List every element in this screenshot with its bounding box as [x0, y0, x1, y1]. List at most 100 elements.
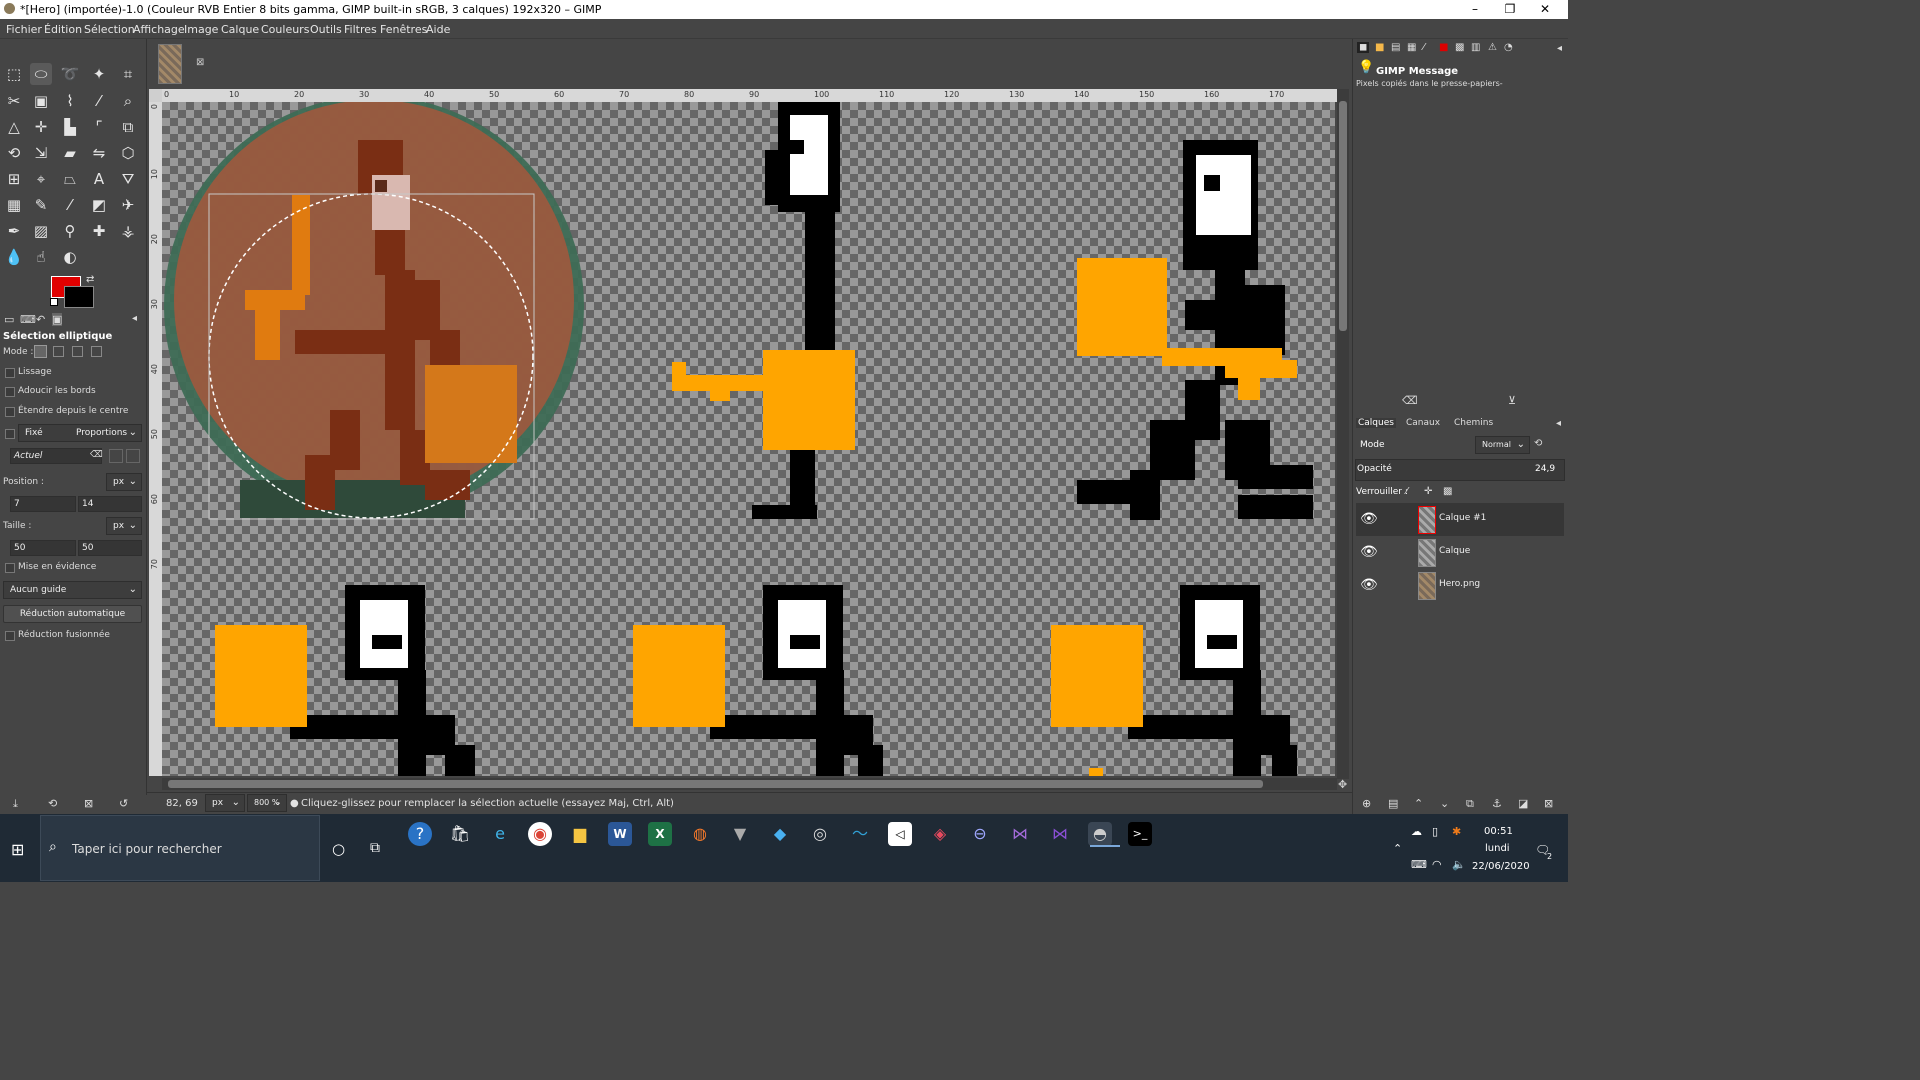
feather-checkbox[interactable]	[5, 387, 15, 397]
clear-field-icon[interactable]: ⌫	[90, 450, 103, 460]
brushes-tab-icon[interactable]: ◼	[1357, 42, 1370, 53]
auto-shrink-button[interactable]: Réduction automatique	[3, 605, 142, 623]
images-tab-icon[interactable]: ▣	[52, 313, 63, 326]
edge-icon[interactable]: e	[488, 822, 512, 846]
blur-icon[interactable]: 💧	[3, 246, 25, 268]
tray-app-icon[interactable]: ✱	[1452, 825, 1461, 838]
fixed-checkbox[interactable]	[5, 429, 15, 439]
expand-center-checkbox[interactable]	[5, 407, 15, 417]
menu-image[interactable]: Image	[184, 23, 218, 36]
handle-transform-icon[interactable]: ⊞	[3, 168, 25, 190]
paintbrush-icon[interactable]: ⁄	[59, 194, 81, 216]
foreground-select-icon[interactable]: ▣	[30, 90, 52, 112]
position-unit-dropdown[interactable]: px ⌄	[106, 473, 142, 491]
ellipse-select-icon[interactable]: ⬭	[30, 63, 52, 85]
perspective-clone-icon[interactable]: ⚶	[117, 220, 139, 242]
shrink-merged-checkbox[interactable]	[5, 631, 15, 641]
gradient-icon[interactable]: ▦	[3, 194, 25, 216]
task-view-icon[interactable]: ⧉	[370, 840, 380, 856]
landscape-button[interactable]	[126, 449, 140, 463]
zoom-dropdown[interactable]: 800 % ⌄	[247, 794, 287, 812]
shear-icon[interactable]: ▰	[59, 142, 81, 164]
mask-layer-icon[interactable]: ◪	[1518, 797, 1528, 810]
lock-position-icon[interactable]: ✛	[1424, 486, 1432, 497]
layer-row-hero[interactable]: 👁 Hero.png	[1356, 569, 1564, 602]
search-box[interactable]: ⌕ Taper ici pour rechercher	[40, 815, 320, 881]
background-color-swatch[interactable]	[64, 286, 94, 308]
clock-time[interactable]: 00:51	[1484, 826, 1513, 837]
color-select-icon[interactable]: ⌗	[117, 63, 139, 85]
error-console-tab-icon[interactable]: ⚠	[1488, 42, 1497, 53]
clone-icon[interactable]: ⚲	[59, 220, 81, 242]
onedrive-icon[interactable]: ☁	[1411, 825, 1422, 838]
keyboard-icon[interactable]: ⌨	[1411, 858, 1427, 871]
zoom-icon[interactable]: ⌕	[117, 90, 139, 112]
fixed-dropdown[interactable]: Fixé Proportions ⌄	[18, 424, 142, 442]
menu-filtres[interactable]: Filtres	[344, 23, 377, 36]
diamond-app-icon[interactable]: ◆	[768, 822, 792, 846]
visual-studio-icon[interactable]: ⋈	[1048, 822, 1072, 846]
brush-editor-tab-icon[interactable]: ⁄	[1423, 42, 1425, 53]
color-picker-icon[interactable]: ⁄	[88, 90, 110, 112]
raise-layer-icon[interactable]: ⌃	[1414, 797, 1423, 810]
gradients-tab-icon[interactable]: ■	[1439, 42, 1448, 53]
menu-fenetres[interactable]: Fenêtres	[380, 23, 427, 36]
eye-icon[interactable]: 👁	[1360, 577, 1378, 593]
device-status-tab-icon[interactable]: ⌨	[20, 313, 36, 326]
fonts-tab-icon[interactable]: ▤	[1391, 42, 1400, 53]
perspective-icon[interactable]: ⏢	[59, 168, 81, 190]
new-group-icon[interactable]: ▤	[1388, 797, 1398, 810]
battery-icon[interactable]: ▯	[1432, 825, 1438, 838]
chevron-up-icon[interactable]: ⌃	[1393, 842, 1402, 855]
panel-menu-icon[interactable]: ◂	[132, 313, 137, 324]
blender-icon[interactable]: ◍	[688, 822, 712, 846]
image-canvas[interactable]	[162, 102, 1335, 776]
excel-icon[interactable]: X	[648, 822, 672, 846]
save-options-icon[interactable]: ⤓	[13, 797, 18, 811]
tab-chemins[interactable]: Chemins	[1454, 418, 1493, 428]
layers-menu-icon[interactable]: ◂	[1556, 418, 1561, 429]
help-app-icon[interactable]: ?	[408, 822, 432, 846]
menu-fichier[interactable]: Fichier	[6, 23, 42, 36]
cage-transform-icon[interactable]: ⬡	[117, 142, 139, 164]
antialias-checkbox[interactable]	[5, 368, 15, 378]
git-app-icon[interactable]: ◈	[928, 822, 952, 846]
measure-icon[interactable]: △	[3, 116, 25, 138]
gimp-taskbar-icon[interactable]: ◓	[1088, 822, 1112, 846]
menu-aide[interactable]: Aide	[426, 23, 450, 36]
delete-layer-icon[interactable]: ⊠	[1544, 797, 1553, 810]
dodge-burn-icon[interactable]: ◐	[59, 246, 81, 268]
wifi-icon[interactable]: ◠	[1432, 858, 1442, 871]
vertical-scrollbar[interactable]	[1337, 89, 1349, 779]
vs-preview-icon[interactable]: ⋈	[1008, 822, 1032, 846]
lock-pixels-icon[interactable]: ⁄	[1406, 486, 1408, 497]
cortana-icon[interactable]: ○	[332, 840, 345, 858]
size-width-field[interactable]: 50	[10, 540, 76, 556]
tool-options-tab-icon[interactable]: ▭	[4, 313, 14, 326]
paths-icon[interactable]: ⌇	[59, 90, 81, 112]
bucket-fill-icon[interactable]: ⛛	[117, 168, 139, 190]
palettes-tab-icon[interactable]: ▩	[1455, 42, 1464, 53]
align-icon[interactable]: ▙	[59, 116, 81, 138]
tab-calques[interactable]: Calques	[1356, 418, 1396, 428]
reset-options-icon[interactable]: ↺	[119, 797, 128, 810]
file-explorer-icon[interactable]: ▆	[568, 822, 592, 846]
rect-select-icon[interactable]: ⬚	[3, 63, 25, 85]
lower-layer-icon[interactable]: ⌄	[1440, 797, 1449, 810]
clear-messages-icon[interactable]: ⌫	[1402, 394, 1418, 407]
close-button[interactable]: ✕	[1530, 1, 1560, 17]
position-x-field[interactable]: 7	[10, 496, 76, 512]
terminal-icon[interactable]: >_	[1128, 822, 1152, 846]
vectornator-icon[interactable]: ▼	[728, 822, 752, 846]
size-height-field[interactable]: 50	[78, 540, 142, 556]
layer-mode-dropdown[interactable]: Normal ⌄	[1475, 436, 1530, 454]
eclipse-icon[interactable]: ⊖	[968, 822, 992, 846]
vertical-scroll-thumb[interactable]	[1339, 101, 1347, 331]
mypaint-brush-icon[interactable]: ▨	[30, 220, 52, 242]
dock-menu-icon[interactable]: ◂	[1557, 43, 1562, 54]
smudge-icon[interactable]: ☝	[30, 246, 52, 268]
reset-mode-icon[interactable]: ⟲	[1534, 438, 1542, 449]
eraser-icon[interactable]: ◩	[88, 194, 110, 216]
eye-icon[interactable]: 👁	[1360, 511, 1378, 527]
swap-colors-icon[interactable]: ⇄	[86, 274, 94, 285]
